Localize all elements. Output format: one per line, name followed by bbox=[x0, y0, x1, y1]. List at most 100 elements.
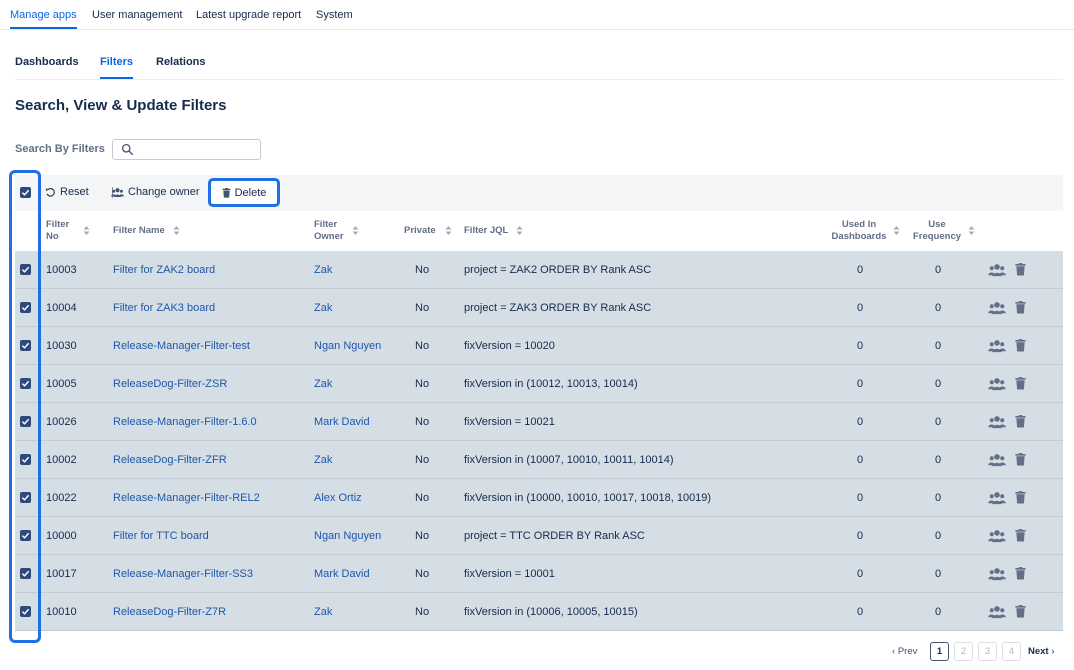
filter-owner-link[interactable]: Alex Ortiz bbox=[314, 492, 362, 504]
sort-icon[interactable] bbox=[968, 226, 975, 235]
trash-icon[interactable] bbox=[1015, 263, 1026, 279]
trash-icon[interactable] bbox=[1015, 491, 1026, 507]
search-input[interactable] bbox=[139, 141, 257, 158]
sort-icon[interactable] bbox=[516, 226, 523, 235]
sort-icon[interactable] bbox=[445, 226, 452, 235]
header-filter-jql[interactable]: Filter JQL bbox=[464, 225, 508, 237]
filter-name-link[interactable]: Filter for ZAK2 board bbox=[113, 264, 215, 276]
filter-name-link[interactable]: Filter for ZAK3 board bbox=[113, 302, 215, 314]
header-private[interactable]: Private bbox=[404, 225, 436, 237]
filter-owner-link[interactable]: Zak bbox=[314, 264, 332, 276]
filter-owner-link[interactable]: Zak bbox=[314, 454, 332, 466]
filter-name-link[interactable]: Release-Manager-Filter-1.6.0 bbox=[113, 416, 257, 428]
filter-name-link[interactable]: Release-Manager-Filter-test bbox=[113, 340, 250, 352]
trash-icon[interactable] bbox=[1015, 301, 1026, 317]
table-row[interactable]: 10022 Release-Manager-Filter-REL2 Alex Ort… bbox=[15, 479, 1063, 517]
tab-latest-upgrade-report[interactable]: Latest upgrade report bbox=[196, 9, 301, 21]
subtab-relations[interactable]: Relations bbox=[156, 56, 206, 68]
prev-button[interactable]: ‹ Prev bbox=[892, 646, 917, 665]
page-button[interactable]: 4 bbox=[1002, 642, 1021, 661]
table-row[interactable]: 10000 Filter for TTC board Ngan Nguyen No pr… bbox=[15, 517, 1063, 555]
row-checkbox[interactable] bbox=[20, 454, 31, 465]
filter-name-link[interactable]: ReleaseDog-Filter-Z7R bbox=[113, 606, 226, 618]
change-owner-icon[interactable] bbox=[988, 263, 1006, 280]
check-icon bbox=[21, 570, 30, 577]
change-owner-icon[interactable] bbox=[988, 529, 1006, 546]
row-checkbox[interactable] bbox=[20, 416, 31, 427]
filter-owner-link[interactable]: Zak bbox=[314, 302, 332, 314]
header-use-frequency[interactable]: Use Frequency bbox=[911, 219, 963, 243]
filter-owner-link[interactable]: Mark David bbox=[314, 416, 370, 428]
change-owner-icon[interactable] bbox=[988, 453, 1006, 470]
table-row[interactable]: 10002 ReleaseDog-Filter-ZFR Zak No fixVersio… bbox=[15, 441, 1063, 479]
reset-button[interactable]: Reset bbox=[45, 186, 89, 198]
change-owner-icon[interactable] bbox=[988, 491, 1006, 508]
select-all-checkbox[interactable] bbox=[20, 187, 31, 198]
sort-icon[interactable] bbox=[173, 226, 180, 235]
used-in-dashboards-value: 0 bbox=[856, 264, 864, 276]
tab-user-management[interactable]: User management bbox=[92, 9, 183, 21]
header-filter-no[interactable]: Filter No bbox=[46, 219, 69, 243]
table-row[interactable]: 10017 Release-Manager-Filter-SS3 Mark Davi… bbox=[15, 555, 1063, 593]
table-row[interactable]: 10030 Release-Manager-Filter-test Ngan Ngu… bbox=[15, 327, 1063, 365]
page-button[interactable]: 2 bbox=[954, 642, 973, 661]
table-row[interactable]: 10004 Filter for ZAK3 board Zak No project =… bbox=[15, 289, 1063, 327]
check-icon bbox=[21, 380, 30, 387]
tab-manage-apps[interactable]: Manage apps bbox=[10, 9, 77, 21]
subtab-dashboards[interactable]: Dashboards bbox=[15, 56, 79, 68]
search-field[interactable] bbox=[112, 139, 261, 160]
filter-owner-link[interactable]: Ngan Nguyen bbox=[314, 340, 381, 352]
trash-icon[interactable] bbox=[1015, 339, 1026, 355]
header-used-in-dashboards[interactable]: Used In Dashboards bbox=[831, 219, 887, 243]
filter-name-link[interactable]: Release-Manager-Filter-SS3 bbox=[113, 568, 253, 580]
table-row[interactable]: 10005 ReleaseDog-Filter-ZSR Zak No fixVersio… bbox=[15, 365, 1063, 403]
filter-owner-link[interactable]: Zak bbox=[314, 606, 332, 618]
table-row[interactable]: 10010 ReleaseDog-Filter-Z7R Zak No fixVersio… bbox=[15, 593, 1063, 631]
page-button[interactable]: 1 bbox=[930, 642, 949, 661]
row-checkbox[interactable] bbox=[20, 340, 31, 351]
change-owner-icon[interactable] bbox=[988, 301, 1006, 318]
filter-owner-link[interactable]: Mark David bbox=[314, 568, 370, 580]
next-button[interactable]: Next › bbox=[1028, 646, 1054, 665]
table-row[interactable]: 10026 Release-Manager-Filter-1.6.0 Mark Da… bbox=[15, 403, 1063, 441]
trash-icon[interactable] bbox=[1015, 567, 1026, 583]
change-owner-icon[interactable] bbox=[988, 567, 1006, 584]
subtab-filters[interactable]: Filters bbox=[100, 56, 133, 68]
sort-icon[interactable] bbox=[893, 226, 900, 235]
row-checkbox[interactable] bbox=[20, 378, 31, 389]
trash-icon[interactable] bbox=[1015, 377, 1026, 393]
filter-owner-link[interactable]: Zak bbox=[314, 378, 332, 390]
change-owner-icon[interactable] bbox=[988, 377, 1006, 394]
tab-system[interactable]: System bbox=[316, 9, 353, 21]
sort-icon[interactable] bbox=[83, 226, 90, 235]
change-owner-button[interactable]: Change owner bbox=[111, 186, 200, 198]
table-row[interactable]: 10003 Filter for ZAK2 board Zak No project =… bbox=[15, 251, 1063, 289]
change-owner-icon[interactable] bbox=[988, 605, 1006, 622]
filter-name-link[interactable]: ReleaseDog-Filter-ZSR bbox=[113, 378, 227, 390]
filter-jql: project = ZAK2 ORDER BY Rank ASC bbox=[464, 264, 652, 276]
change-owner-label: Change owner bbox=[128, 186, 200, 198]
trash-icon[interactable] bbox=[1015, 415, 1026, 431]
filter-owner-link[interactable]: Ngan Nguyen bbox=[314, 530, 381, 542]
check-icon bbox=[21, 304, 30, 311]
filter-name-link[interactable]: Filter for TTC board bbox=[113, 530, 209, 542]
private-value: No bbox=[415, 302, 430, 314]
delete-button[interactable]: Delete bbox=[208, 178, 280, 207]
page-button[interactable]: 3 bbox=[978, 642, 997, 661]
header-filter-name[interactable]: Filter Name bbox=[113, 225, 165, 237]
filter-name-link[interactable]: ReleaseDog-Filter-ZFR bbox=[113, 454, 227, 466]
row-checkbox[interactable] bbox=[20, 264, 31, 275]
filter-name-link[interactable]: Release-Manager-Filter-REL2 bbox=[113, 492, 260, 504]
sort-icon[interactable] bbox=[352, 226, 359, 235]
row-checkbox[interactable] bbox=[20, 606, 31, 617]
change-owner-icon[interactable] bbox=[988, 415, 1006, 432]
header-filter-owner[interactable]: Filter Owner bbox=[314, 219, 344, 243]
change-owner-icon[interactable] bbox=[988, 339, 1006, 356]
row-checkbox[interactable] bbox=[20, 302, 31, 313]
row-checkbox[interactable] bbox=[20, 568, 31, 579]
row-checkbox[interactable] bbox=[20, 530, 31, 541]
row-checkbox[interactable] bbox=[20, 492, 31, 503]
trash-icon[interactable] bbox=[1015, 605, 1026, 621]
trash-icon[interactable] bbox=[1015, 529, 1026, 545]
trash-icon[interactable] bbox=[1015, 453, 1026, 469]
